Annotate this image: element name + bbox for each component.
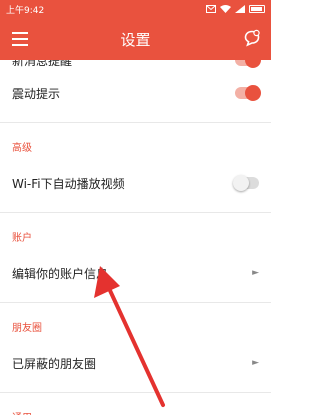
vibrate-label: 震动提示 <box>12 86 61 101</box>
section-header-moments: 朋友圈 <box>12 322 42 334</box>
wifi-autoplay-toggle[interactable] <box>233 175 259 191</box>
section-header-advanced: 高级 <box>12 142 32 154</box>
settings-row-edit-account[interactable]: 编辑你的账户信息 ► <box>0 254 271 292</box>
settings-list: 新消息提醒 震动提示 高级 Wi-Fi下自动播放视频 账户 编辑你的账户信息 ►… <box>0 60 271 415</box>
menu-icon[interactable] <box>12 32 28 46</box>
blocked-moments-label: 已屏蔽的朋友圈 <box>12 356 97 371</box>
settings-row-label: 新消息提醒 <box>12 60 73 68</box>
chevron-right-icon: ► <box>252 268 259 278</box>
vibrate-toggle[interactable] <box>235 85 261 101</box>
app-bar: 设置 <box>0 18 271 60</box>
mail-icon <box>206 5 216 13</box>
status-icons <box>206 5 265 13</box>
divider <box>0 122 271 123</box>
status-bar: 上午9:42 <box>0 0 271 18</box>
chevron-right-icon: ► <box>252 358 259 368</box>
chat-bubble-icon[interactable] <box>243 29 261 47</box>
settings-row-vibrate[interactable]: 震动提示 <box>0 74 271 112</box>
divider <box>0 212 271 213</box>
status-time: 上午9:42 <box>6 5 45 16</box>
wifi-icon <box>220 5 231 13</box>
divider <box>0 302 271 303</box>
section-header-partial-bottom: 通用 <box>0 406 271 415</box>
divider <box>0 392 271 393</box>
page-title: 设置 <box>120 30 151 49</box>
settings-row-wifi-autoplay[interactable]: Wi-Fi下自动播放视频 <box>0 164 271 202</box>
section-header-account: 账户 <box>12 232 32 244</box>
battery-icon <box>249 5 265 13</box>
settings-row-blocked-moments[interactable]: 已屏蔽的朋友圈 ► <box>0 344 271 382</box>
edit-account-label: 编辑你的账户信息 <box>12 266 109 281</box>
partial-top-toggle[interactable] <box>235 60 261 68</box>
wifi-autoplay-label: Wi-Fi下自动播放视频 <box>12 176 125 191</box>
settings-row-partial-top[interactable]: 新消息提醒 <box>0 60 271 70</box>
signal-icon <box>235 5 245 13</box>
